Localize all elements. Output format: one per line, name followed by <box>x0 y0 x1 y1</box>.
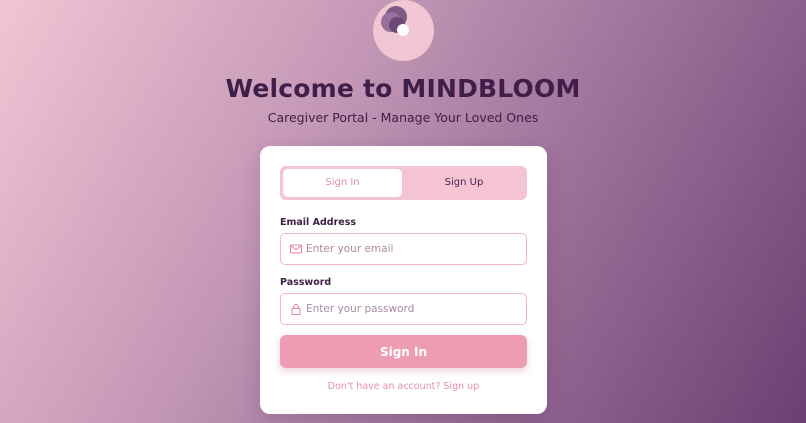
sign-up-link[interactable]: Don't have an account? Sign up <box>260 381 547 392</box>
password-field-wrapper <box>280 293 527 325</box>
mail-icon <box>289 244 303 254</box>
page-subtitle: Caregiver Portal - Manage Your Loved One… <box>267 110 539 125</box>
page-title: Welcome to MINDBLOOM <box>225 74 581 103</box>
password-label: Password <box>280 277 332 288</box>
email-input[interactable] <box>306 234 518 264</box>
password-input[interactable] <box>306 294 518 324</box>
tab-sign-up[interactable]: Sign Up <box>404 169 524 197</box>
email-field-wrapper <box>280 233 527 265</box>
lock-icon <box>291 303 301 316</box>
email-label: Email Address <box>280 217 357 228</box>
sign-in-button[interactable]: Sign In <box>280 335 527 368</box>
flower-logo-icon <box>381 6 409 36</box>
tab-sign-in[interactable]: Sign In <box>283 169 402 197</box>
auth-tabs: Sign In Sign Up <box>280 166 527 200</box>
auth-card: Sign In Sign Up Email Address Password S… <box>260 146 547 414</box>
